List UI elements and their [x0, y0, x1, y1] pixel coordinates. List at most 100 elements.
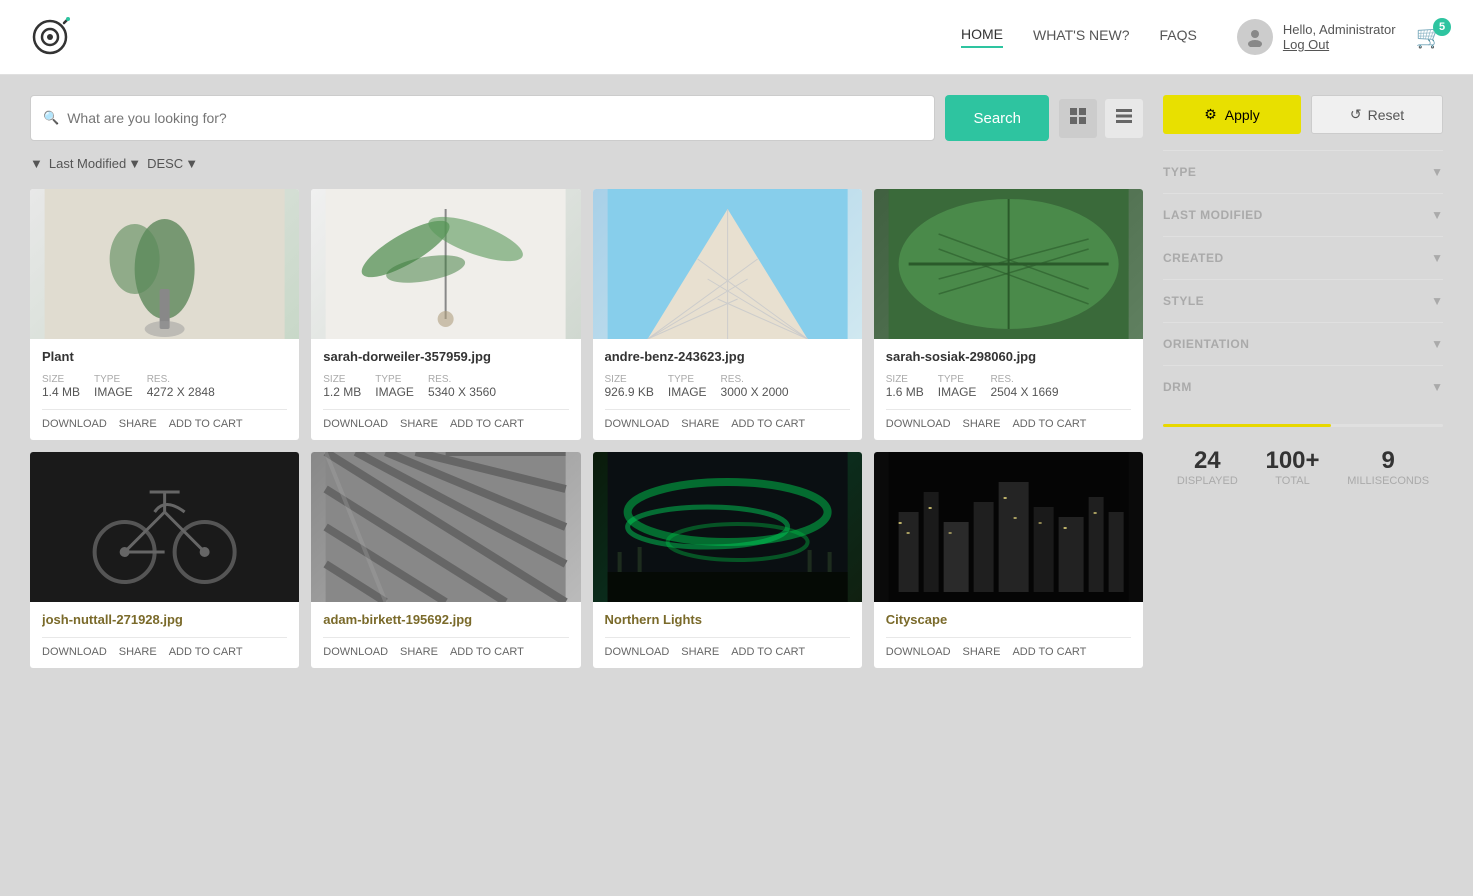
- logout-link[interactable]: Log Out: [1283, 37, 1396, 52]
- logo: [30, 17, 70, 57]
- stat-ms-value: 9: [1347, 447, 1429, 475]
- filter-section-header[interactable]: ORIENTATION ▼: [1163, 337, 1443, 351]
- card-action-share[interactable]: SHARE: [681, 418, 719, 430]
- nav-whats-new[interactable]: WHAT'S NEW?: [1033, 27, 1130, 47]
- card-body: Northern Lights DOWNLOADSHAREADD TO CART: [593, 602, 862, 668]
- card-action-share[interactable]: SHARE: [119, 418, 157, 430]
- sort-bar: ▼ Last Modified ▼ DESC ▼: [30, 156, 1143, 171]
- card-thumbnail: [874, 452, 1143, 602]
- card-divider: [886, 637, 1131, 638]
- card-body: sarah-sosiak-298060.jpg SIZE 1.6 MB TYPE…: [874, 339, 1143, 440]
- filter-sections: TYPE ▼ LAST MODIFIED ▼ CREATED ▼ STYLE ▼…: [1163, 150, 1443, 408]
- apply-filter-button[interactable]: ⚙ Apply: [1163, 95, 1301, 134]
- card-type: TYPE IMAGE: [938, 374, 977, 399]
- card-actions: DOWNLOAD SHARE ADD TO CART: [323, 418, 568, 430]
- user-info: Hello, Administrator Log Out: [1283, 22, 1396, 52]
- filter-section-header[interactable]: CREATED ▼: [1163, 251, 1443, 265]
- card-action-download[interactable]: DOWNLOAD: [323, 418, 388, 430]
- card-title: Cityscape: [886, 612, 1131, 627]
- type-value: IMAGE: [938, 385, 977, 399]
- card-res: RES. 4272 X 2848: [147, 374, 215, 399]
- search-input[interactable]: [67, 110, 922, 126]
- card-action-download[interactable]: DOWNLOAD: [886, 646, 951, 658]
- card-thumbnail: [593, 189, 862, 339]
- card-actions: DOWNLOAD SHARE ADD TO CART: [42, 646, 287, 658]
- card-action-add-to-cart[interactable]: ADD TO CART: [450, 646, 524, 658]
- card-action-add-to-cart[interactable]: ADD TO CART: [731, 418, 805, 430]
- filter-section-orientation[interactable]: ORIENTATION ▼: [1163, 322, 1443, 365]
- card-type: TYPE IMAGE: [668, 374, 707, 399]
- card-action-share[interactable]: SHARE: [963, 646, 1001, 658]
- size-label: SIZE: [605, 374, 654, 385]
- cart-badge: 5: [1433, 18, 1451, 36]
- search-button[interactable]: Search: [945, 95, 1049, 141]
- card-action-share[interactable]: SHARE: [400, 646, 438, 658]
- header: HOME WHAT'S NEW? FAQS Hello, Administrat…: [0, 0, 1473, 75]
- card-res: RES. 2504 X 1669: [990, 374, 1058, 399]
- grid-view-toggle[interactable]: [1059, 99, 1097, 138]
- search-icon: 🔍: [43, 110, 59, 126]
- card-action-add-to-cart[interactable]: ADD TO CART: [169, 418, 243, 430]
- card-action-share[interactable]: SHARE: [400, 418, 438, 430]
- sort-order-label: DESC: [147, 156, 183, 171]
- type-value: IMAGE: [375, 385, 414, 399]
- res-label: RES.: [721, 374, 789, 385]
- filter-section-type[interactable]: TYPE ▼: [1163, 150, 1443, 193]
- list-view-toggle[interactable]: [1105, 99, 1143, 138]
- sort-order-select[interactable]: DESC ▼: [147, 156, 198, 171]
- card-action-add-to-cart[interactable]: ADD TO CART: [450, 418, 524, 430]
- image-grid: Plant SIZE 1.4 MB TYPE IMAGE RES. 4272 X…: [30, 189, 1143, 668]
- stat-total-value: 100+: [1265, 447, 1319, 475]
- nav-home[interactable]: HOME: [961, 26, 1003, 48]
- card-action-download[interactable]: DOWNLOAD: [605, 646, 670, 658]
- res-value: 4272 X 2848: [147, 385, 215, 399]
- filter-section-label: DRM: [1163, 380, 1192, 394]
- card-divider: [605, 409, 850, 410]
- card-action-add-to-cart[interactable]: ADD TO CART: [169, 646, 243, 658]
- card-action-share[interactable]: SHARE: [119, 646, 157, 658]
- card-action-add-to-cart[interactable]: ADD TO CART: [1012, 418, 1086, 430]
- card-action-share[interactable]: SHARE: [963, 418, 1001, 430]
- card-item: sarah-dorweiler-357959.jpg SIZE 1.2 MB T…: [311, 189, 580, 440]
- card-meta: SIZE 1.2 MB TYPE IMAGE RES. 5340 X 3560: [323, 374, 568, 399]
- filter-section-label: LAST MODIFIED: [1163, 208, 1263, 222]
- filter-section-header[interactable]: LAST MODIFIED ▼: [1163, 208, 1443, 222]
- stat-displayed-label: DISPLAYED: [1177, 475, 1238, 487]
- filter-section-last modified[interactable]: LAST MODIFIED ▼: [1163, 193, 1443, 236]
- card-action-share[interactable]: SHARE: [681, 646, 719, 658]
- card-thumbnail: [311, 452, 580, 602]
- card-action-download[interactable]: DOWNLOAD: [323, 646, 388, 658]
- card-action-download[interactable]: DOWNLOAD: [886, 418, 951, 430]
- filter-section-label: STYLE: [1163, 294, 1204, 308]
- size-label: SIZE: [886, 374, 924, 385]
- user-section: Hello, Administrator Log Out: [1237, 19, 1396, 55]
- card-action-add-to-cart[interactable]: ADD TO CART: [731, 646, 805, 658]
- filter-section-header[interactable]: TYPE ▼: [1163, 165, 1443, 179]
- sort-order-chevron: ▼: [185, 156, 198, 171]
- filter-section-drm[interactable]: DRM ▼: [1163, 365, 1443, 408]
- filter-section-created[interactable]: CREATED ▼: [1163, 236, 1443, 279]
- view-toggles: [1059, 95, 1143, 141]
- filter-section-label: CREATED: [1163, 251, 1224, 265]
- reset-icon: ↺: [1350, 106, 1362, 123]
- card-action-add-to-cart[interactable]: ADD TO CART: [1012, 646, 1086, 658]
- card-action-download[interactable]: DOWNLOAD: [42, 646, 107, 658]
- cart-button[interactable]: 🛒 5: [1416, 24, 1443, 50]
- sort-field-select[interactable]: Last Modified ▼: [49, 156, 141, 171]
- size-label: SIZE: [323, 374, 361, 385]
- card-title: sarah-sosiak-298060.jpg: [886, 349, 1131, 364]
- reset-filter-button[interactable]: ↺ Reset: [1311, 95, 1443, 134]
- nav-faqs[interactable]: FAQS: [1160, 27, 1197, 47]
- filter-section-style[interactable]: STYLE ▼: [1163, 279, 1443, 322]
- card-size: SIZE 1.2 MB: [323, 374, 361, 399]
- stat-displayed: 24 DISPLAYED: [1177, 447, 1238, 487]
- card-action-download[interactable]: DOWNLOAD: [605, 418, 670, 430]
- filter-section-header[interactable]: STYLE ▼: [1163, 294, 1443, 308]
- filter-section-label: TYPE: [1163, 165, 1196, 179]
- card-actions: DOWNLOAD SHARE ADD TO CART: [886, 646, 1131, 658]
- card-action-download[interactable]: DOWNLOAD: [42, 418, 107, 430]
- filter-section-header[interactable]: DRM ▼: [1163, 380, 1443, 394]
- apply-label: Apply: [1225, 107, 1260, 123]
- res-value: 2504 X 1669: [990, 385, 1058, 399]
- avatar: [1237, 19, 1273, 55]
